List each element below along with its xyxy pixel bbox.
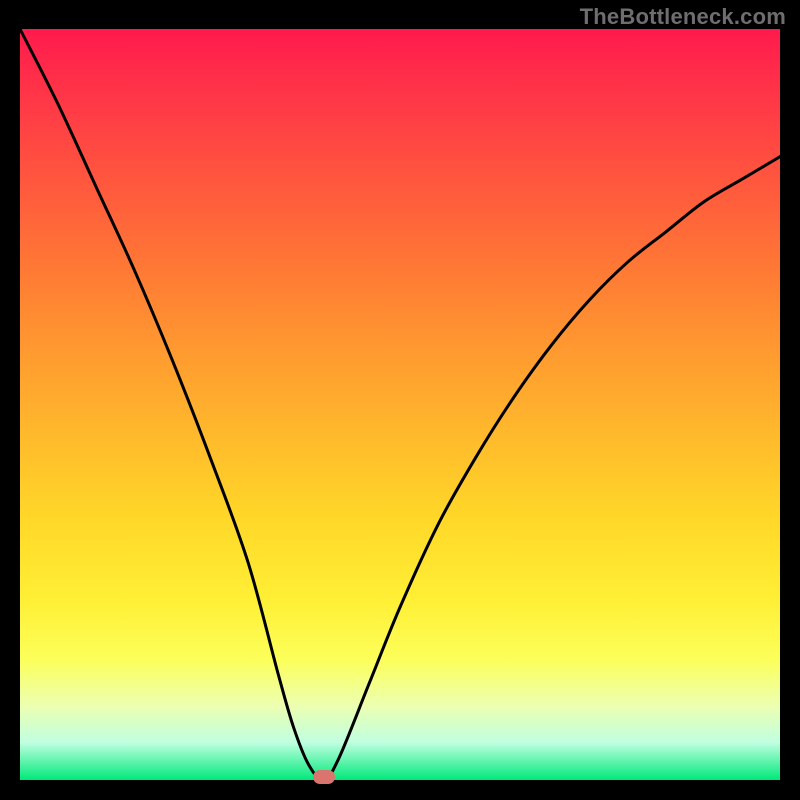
plot-area [20, 29, 780, 780]
min-point-marker [313, 770, 335, 784]
watermark-text: TheBottleneck.com [580, 4, 786, 30]
chart-frame: TheBottleneck.com [0, 0, 800, 800]
bottleneck-curve [20, 29, 780, 780]
bottleneck-curve-svg [20, 29, 780, 780]
